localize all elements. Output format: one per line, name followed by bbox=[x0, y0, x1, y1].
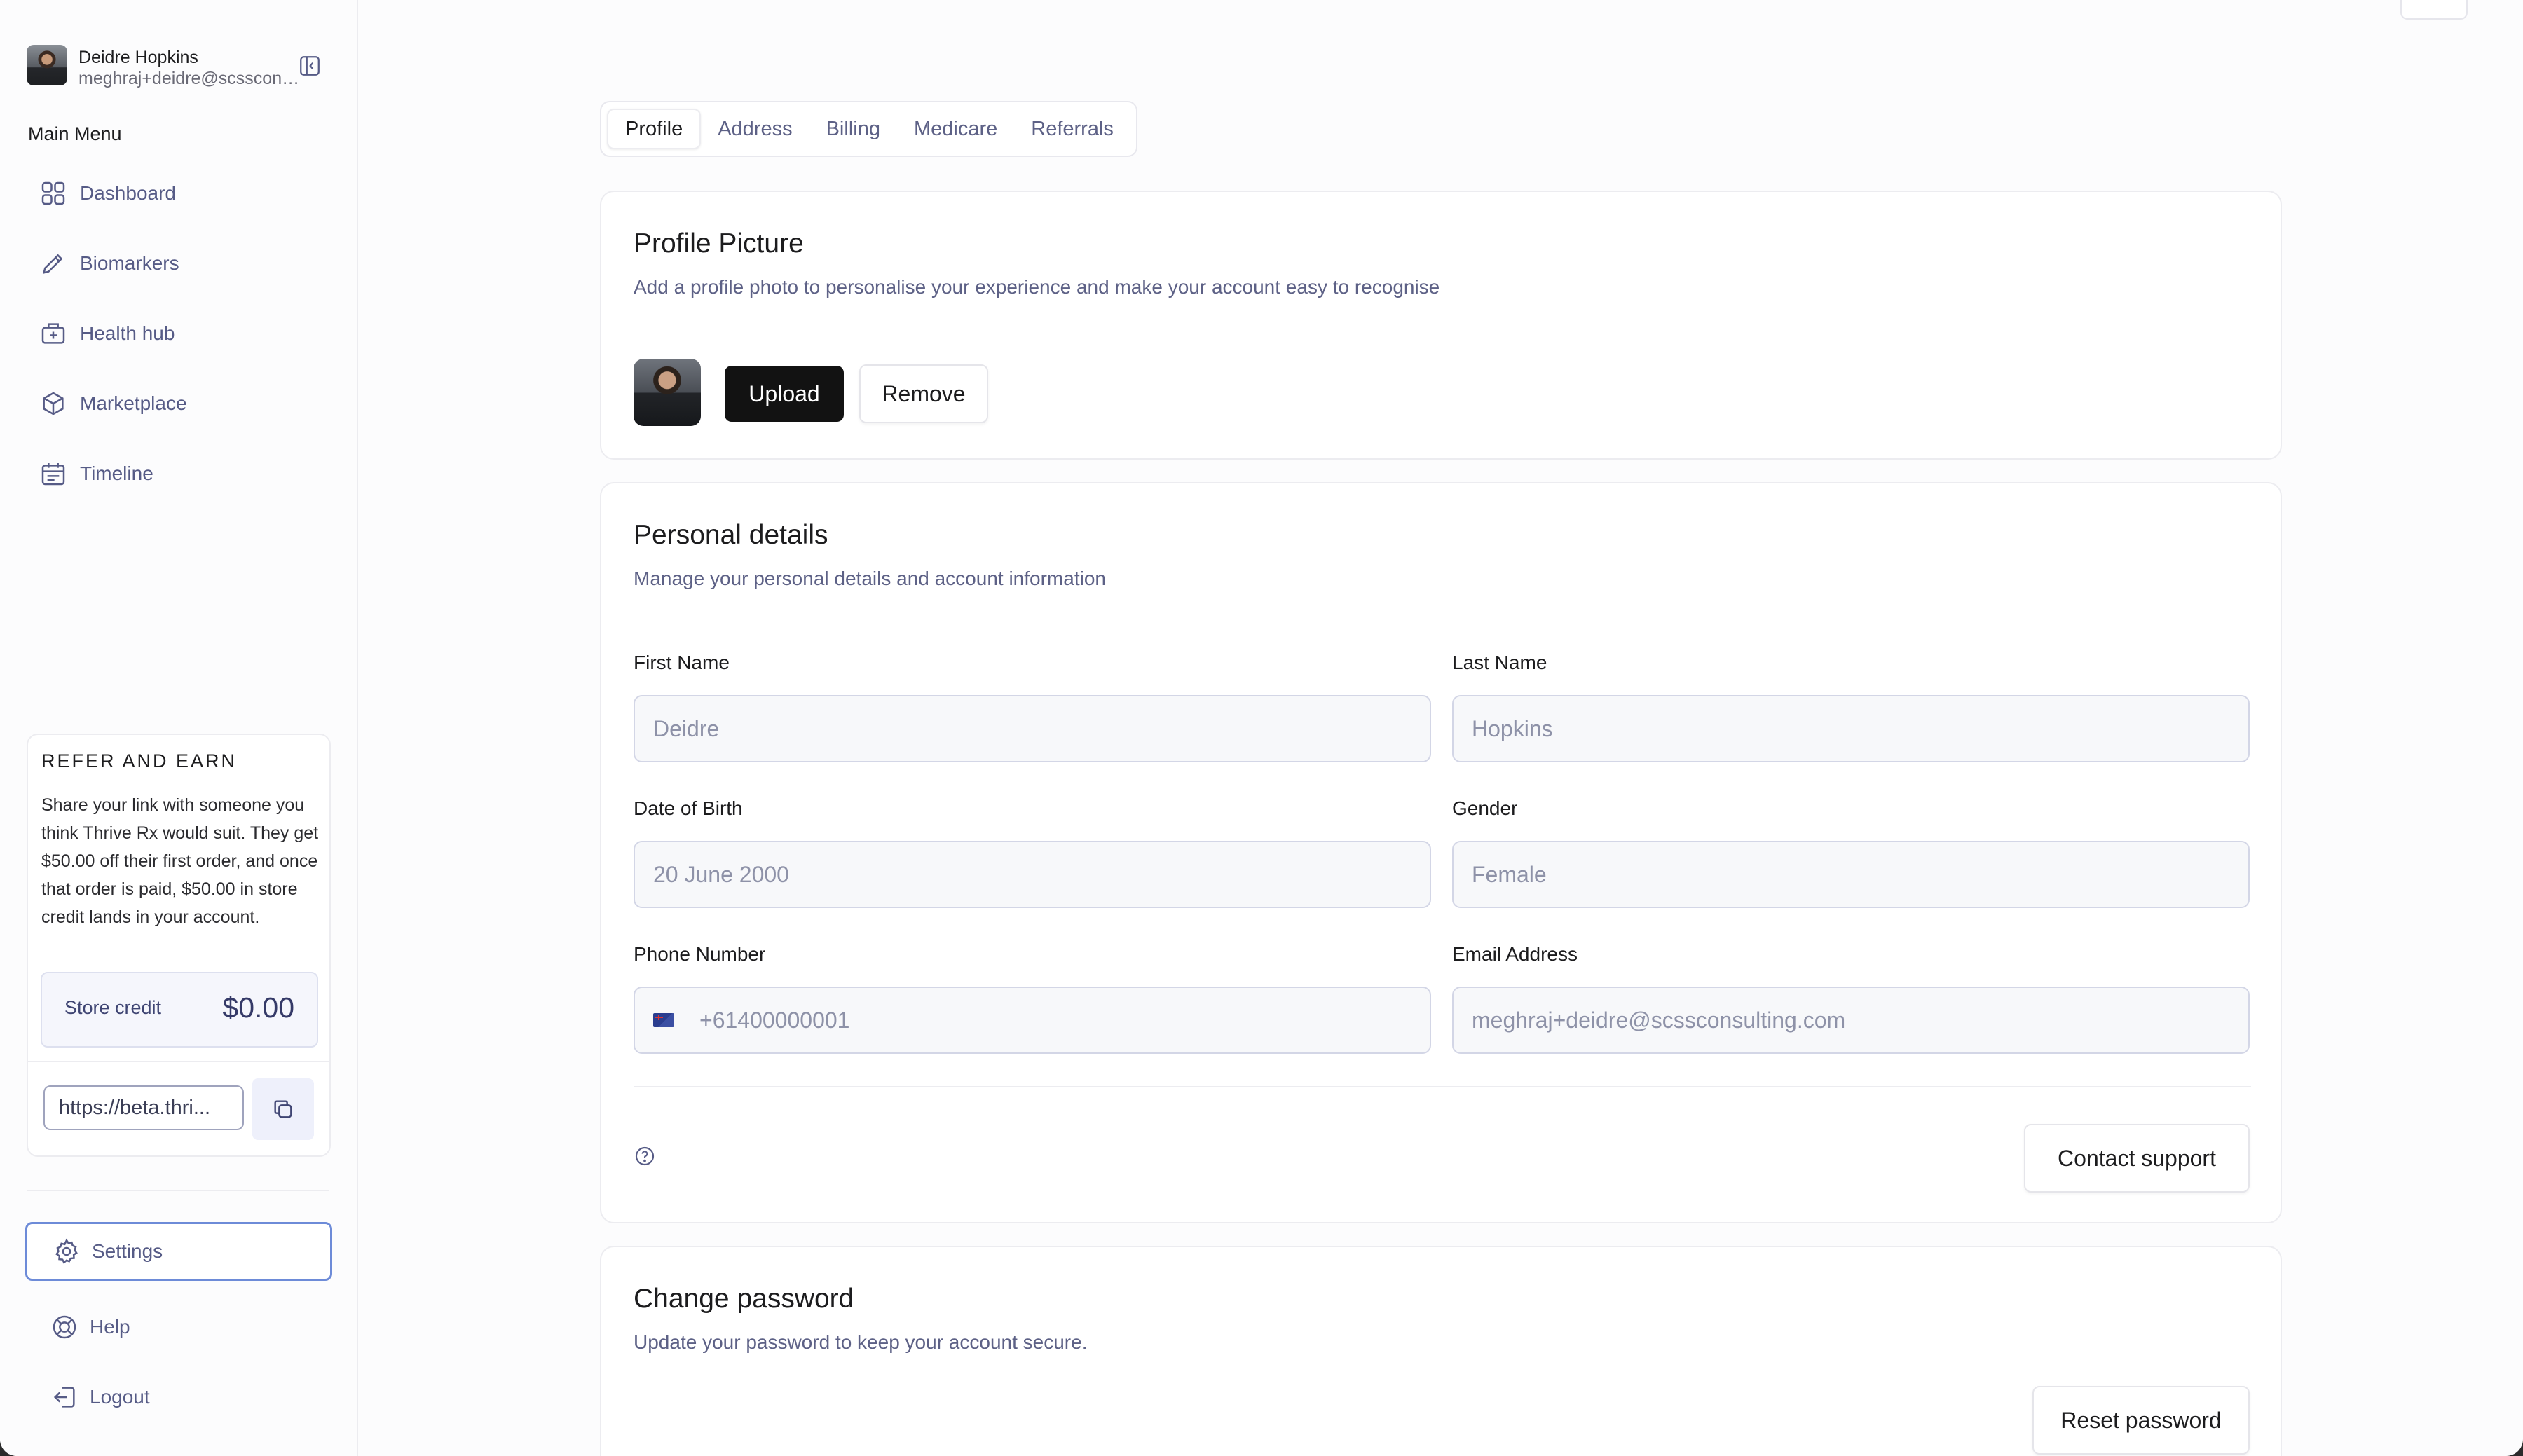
sidebar-item-label: Dashboard bbox=[80, 182, 176, 204]
sidebar-toggle-icon bbox=[300, 56, 320, 76]
refer-title: REFER AND EARN bbox=[41, 750, 238, 771]
gender-label: Gender bbox=[1452, 797, 1518, 819]
calendar-icon bbox=[41, 463, 65, 486]
sidebar-item-timeline[interactable]: Timeline bbox=[28, 439, 329, 509]
card-subtitle: Manage your personal details and account… bbox=[634, 568, 1106, 589]
sidebar-item-label: Settings bbox=[92, 1240, 163, 1262]
box-icon bbox=[43, 392, 64, 415]
reset-password-button[interactable]: Reset password bbox=[2032, 1386, 2250, 1455]
sidebar-item-label: Logout bbox=[90, 1386, 150, 1408]
sidebar-item-health-hub[interactable]: Health hub bbox=[28, 298, 329, 369]
first-name-label: First Name bbox=[634, 652, 730, 673]
sidebar: Deidre Hopkins meghraj+deidre@scssconsul… bbox=[0, 0, 358, 1456]
tab-medicare[interactable]: Medicare bbox=[897, 109, 1014, 149]
menu-heading: Main Menu bbox=[28, 123, 122, 144]
divider bbox=[28, 1061, 329, 1062]
field-value: 20 June 2000 bbox=[653, 861, 789, 887]
refer-description: Share your link with someone you think T… bbox=[41, 795, 319, 927]
personal-details-card: Personal details Manage your personal de… bbox=[600, 482, 2282, 1223]
phone-label: Phone Number bbox=[634, 943, 766, 965]
card-title: Profile Picture bbox=[634, 228, 804, 259]
last-name-label: Last Name bbox=[1452, 652, 1547, 673]
user-name: Deidre Hopkins bbox=[78, 48, 198, 67]
app-window: Deidre Hopkins meghraj+deidre@scssconsul… bbox=[0, 0, 2523, 1456]
card-title: Personal details bbox=[634, 520, 828, 550]
gender-field[interactable]: Female bbox=[1452, 841, 2250, 908]
sidebar-item-label: Health hub bbox=[80, 322, 175, 344]
user-email: meghraj+deidre@scssconsulting.com bbox=[78, 69, 303, 88]
lifebuoy-icon bbox=[53, 1315, 76, 1339]
sidebar-item-label: Biomarkers bbox=[80, 252, 179, 274]
sidebar-item-label: Timeline bbox=[80, 462, 153, 484]
field-value: Female bbox=[1472, 861, 1547, 887]
change-password-card: Change password Update your password to … bbox=[600, 1246, 2282, 1456]
profile-photo bbox=[634, 359, 701, 426]
dob-label: Date of Birth bbox=[634, 797, 743, 819]
sidebar-item-dashboard[interactable]: Dashboard bbox=[28, 158, 329, 228]
gear-icon bbox=[55, 1238, 78, 1264]
sidebar-item-label: Help bbox=[90, 1316, 130, 1338]
card-title: Change password bbox=[634, 1284, 854, 1314]
collapse-sidebar-button[interactable] bbox=[296, 53, 323, 79]
last-name-field[interactable]: Hopkins bbox=[1452, 695, 2250, 762]
referral-link-input[interactable] bbox=[43, 1085, 244, 1130]
email-label: Email Address bbox=[1452, 943, 1578, 965]
copy-icon bbox=[274, 1100, 292, 1118]
tab-billing[interactable]: Billing bbox=[809, 109, 897, 149]
sidebar-item-help[interactable]: Help bbox=[25, 1292, 332, 1362]
store-credit-box: Store credit $0.00 bbox=[41, 972, 318, 1048]
contact-support-button[interactable]: Contact support bbox=[2024, 1124, 2250, 1193]
first-name-field[interactable]: Deidre bbox=[634, 695, 1431, 762]
bottom-nav: Settings Help Logout bbox=[25, 1222, 332, 1432]
medical-bag-icon bbox=[41, 323, 65, 344]
field-value: Deidre bbox=[653, 715, 720, 741]
phone-field[interactable]: +61400000001 bbox=[634, 987, 1431, 1054]
top-right-button[interactable] bbox=[2400, 0, 2468, 20]
user-profile[interactable]: Deidre Hopkins meghraj+deidre@scssconsul… bbox=[27, 45, 335, 88]
help-circle-icon[interactable] bbox=[634, 1145, 656, 1167]
dob-field[interactable]: 20 June 2000 bbox=[634, 841, 1431, 908]
refer-card: REFER AND EARN Share your link with some… bbox=[27, 734, 331, 1157]
store-credit-value: $0.00 bbox=[222, 991, 294, 1024]
sidebar-item-settings[interactable]: Settings bbox=[25, 1222, 332, 1281]
field-value: meghraj+deidre@scssconsulting.com bbox=[1472, 1007, 1846, 1033]
settings-tabs: Profile Address Billing Medicare Referra… bbox=[600, 101, 1137, 157]
tab-profile[interactable]: Profile bbox=[607, 109, 702, 149]
sidebar-item-label: Marketplace bbox=[80, 392, 187, 414]
divider bbox=[634, 1086, 2251, 1087]
card-subtitle: Add a profile photo to personalise your … bbox=[634, 276, 1440, 298]
avatar bbox=[27, 45, 67, 85]
divider bbox=[27, 1190, 329, 1191]
field-value: Hopkins bbox=[1472, 715, 1553, 741]
card-subtitle: Update your password to keep your accoun… bbox=[634, 1331, 1088, 1353]
tab-referrals[interactable]: Referrals bbox=[1014, 109, 1130, 149]
remove-button[interactable]: Remove bbox=[859, 364, 988, 423]
sidebar-item-biomarkers[interactable]: Biomarkers bbox=[28, 228, 329, 298]
grid-icon bbox=[41, 181, 65, 205]
upload-button[interactable]: Upload bbox=[725, 366, 844, 422]
store-credit-label: Store credit bbox=[64, 997, 162, 1018]
profile-picture-card: Profile Picture Add a profile photo to p… bbox=[600, 191, 2282, 460]
main-nav: Dashboard Biomarkers Health hub Marketpl… bbox=[28, 158, 329, 509]
sidebar-item-marketplace[interactable]: Marketplace bbox=[28, 369, 329, 439]
copy-link-button[interactable] bbox=[252, 1078, 314, 1140]
field-value: +61400000001 bbox=[699, 1007, 850, 1033]
pen-icon bbox=[42, 254, 63, 275]
logout-icon bbox=[53, 1387, 75, 1408]
sidebar-item-logout[interactable]: Logout bbox=[25, 1362, 332, 1432]
australia-flag-icon bbox=[653, 1013, 674, 1027]
tab-address[interactable]: Address bbox=[701, 109, 809, 149]
email-field[interactable]: meghraj+deidre@scssconsulting.com bbox=[1452, 987, 2250, 1054]
